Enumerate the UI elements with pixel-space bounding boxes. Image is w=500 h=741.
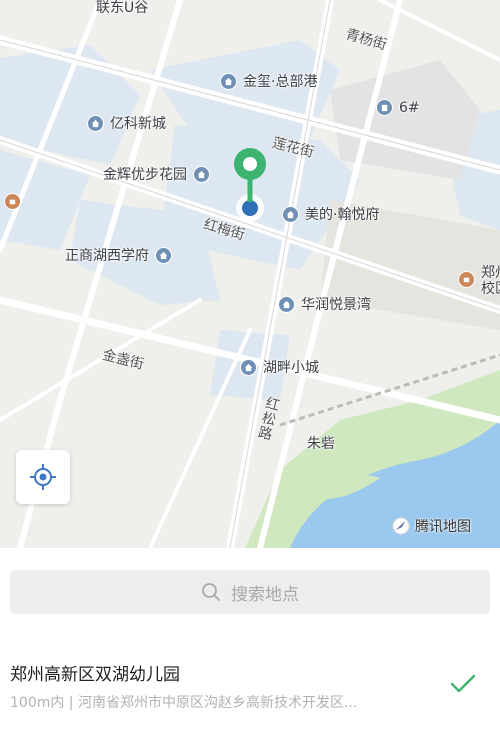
house-icon (240, 359, 257, 376)
house-icon (155, 247, 172, 264)
poi-meide[interactable]: 美的·翰悦府 (282, 206, 379, 223)
house-icon (282, 206, 299, 223)
search-placeholder: 搜索地点 (231, 584, 299, 605)
result-description: 100m内 | 河南省郑州市中原区沟赵乡高新技术开发区... (10, 695, 358, 711)
result-item[interactable]: 郑州高新区双湖幼儿园 100m内 | 河南省郑州市中原区沟赵乡高新技术开发区..… (0, 644, 500, 741)
poi-label: 亿科新城 (110, 115, 166, 132)
poi-label: 美的·翰悦府 (305, 206, 380, 223)
poi-huarun[interactable]: 华润悦景湾 (278, 296, 371, 313)
poi-jinhui[interactable]: 金辉优步花园 (103, 166, 210, 183)
poi-label: 湖畔小城 (263, 359, 319, 376)
house-icon (193, 166, 210, 183)
checkmark-icon (450, 674, 476, 693)
map-view[interactable]: 联东U谷 青杨街 金玺·总部港 6# 亿科新城 莲花街 金辉优步花园 美的·翰悦… (0, 0, 500, 548)
poi-left-edge[interactable] (4, 193, 27, 210)
poi-yike[interactable]: 亿科新城 (87, 115, 166, 132)
search-icon (202, 583, 220, 601)
shop-icon (4, 193, 21, 210)
map-brand: 腾讯地图 (392, 516, 471, 536)
poi-label: 正商湖西学府 (65, 247, 149, 264)
poi-label: 郑州 校区 (481, 265, 500, 297)
area-label-zhuzhai: 朱砦 (307, 436, 335, 452)
search-bar[interactable]: 搜索地点 (10, 570, 490, 614)
map-pin-icon[interactable] (228, 146, 272, 226)
bottom-panel: 搜索地点 郑州高新区双湖幼儿园 100m内 | 河南省郑州市中原区沟赵乡高新技术… (0, 548, 500, 741)
house-icon (278, 296, 295, 313)
house-icon (87, 115, 104, 132)
locate-button[interactable] (16, 450, 70, 504)
poi-label: 华润悦景湾 (301, 296, 371, 313)
brand-label: 腾讯地图 (415, 519, 471, 535)
school-icon (458, 271, 475, 288)
building-icon (376, 99, 393, 116)
tencent-map-logo-icon (392, 517, 410, 535)
house-icon (220, 73, 237, 90)
poi-label: 金辉优步花园 (103, 166, 187, 183)
poi-six[interactable]: 6# (376, 99, 420, 116)
result-name: 郑州高新区双湖幼儿园 (10, 665, 180, 685)
locate-crosshair-icon (30, 464, 56, 490)
poi-label: 金玺·总部港 (243, 73, 318, 90)
poi-jinxi[interactable]: 金玺·总部港 (220, 73, 317, 90)
poi-hupan[interactable]: 湖畔小城 (240, 359, 319, 376)
poi-zhengzhou-school[interactable]: 郑州 校区 (458, 265, 500, 297)
poi-zhengshang[interactable]: 正商湖西学府 (65, 247, 172, 264)
poi-label: 6# (399, 99, 420, 116)
area-label-liandong: 联东U谷 (96, 0, 149, 16)
